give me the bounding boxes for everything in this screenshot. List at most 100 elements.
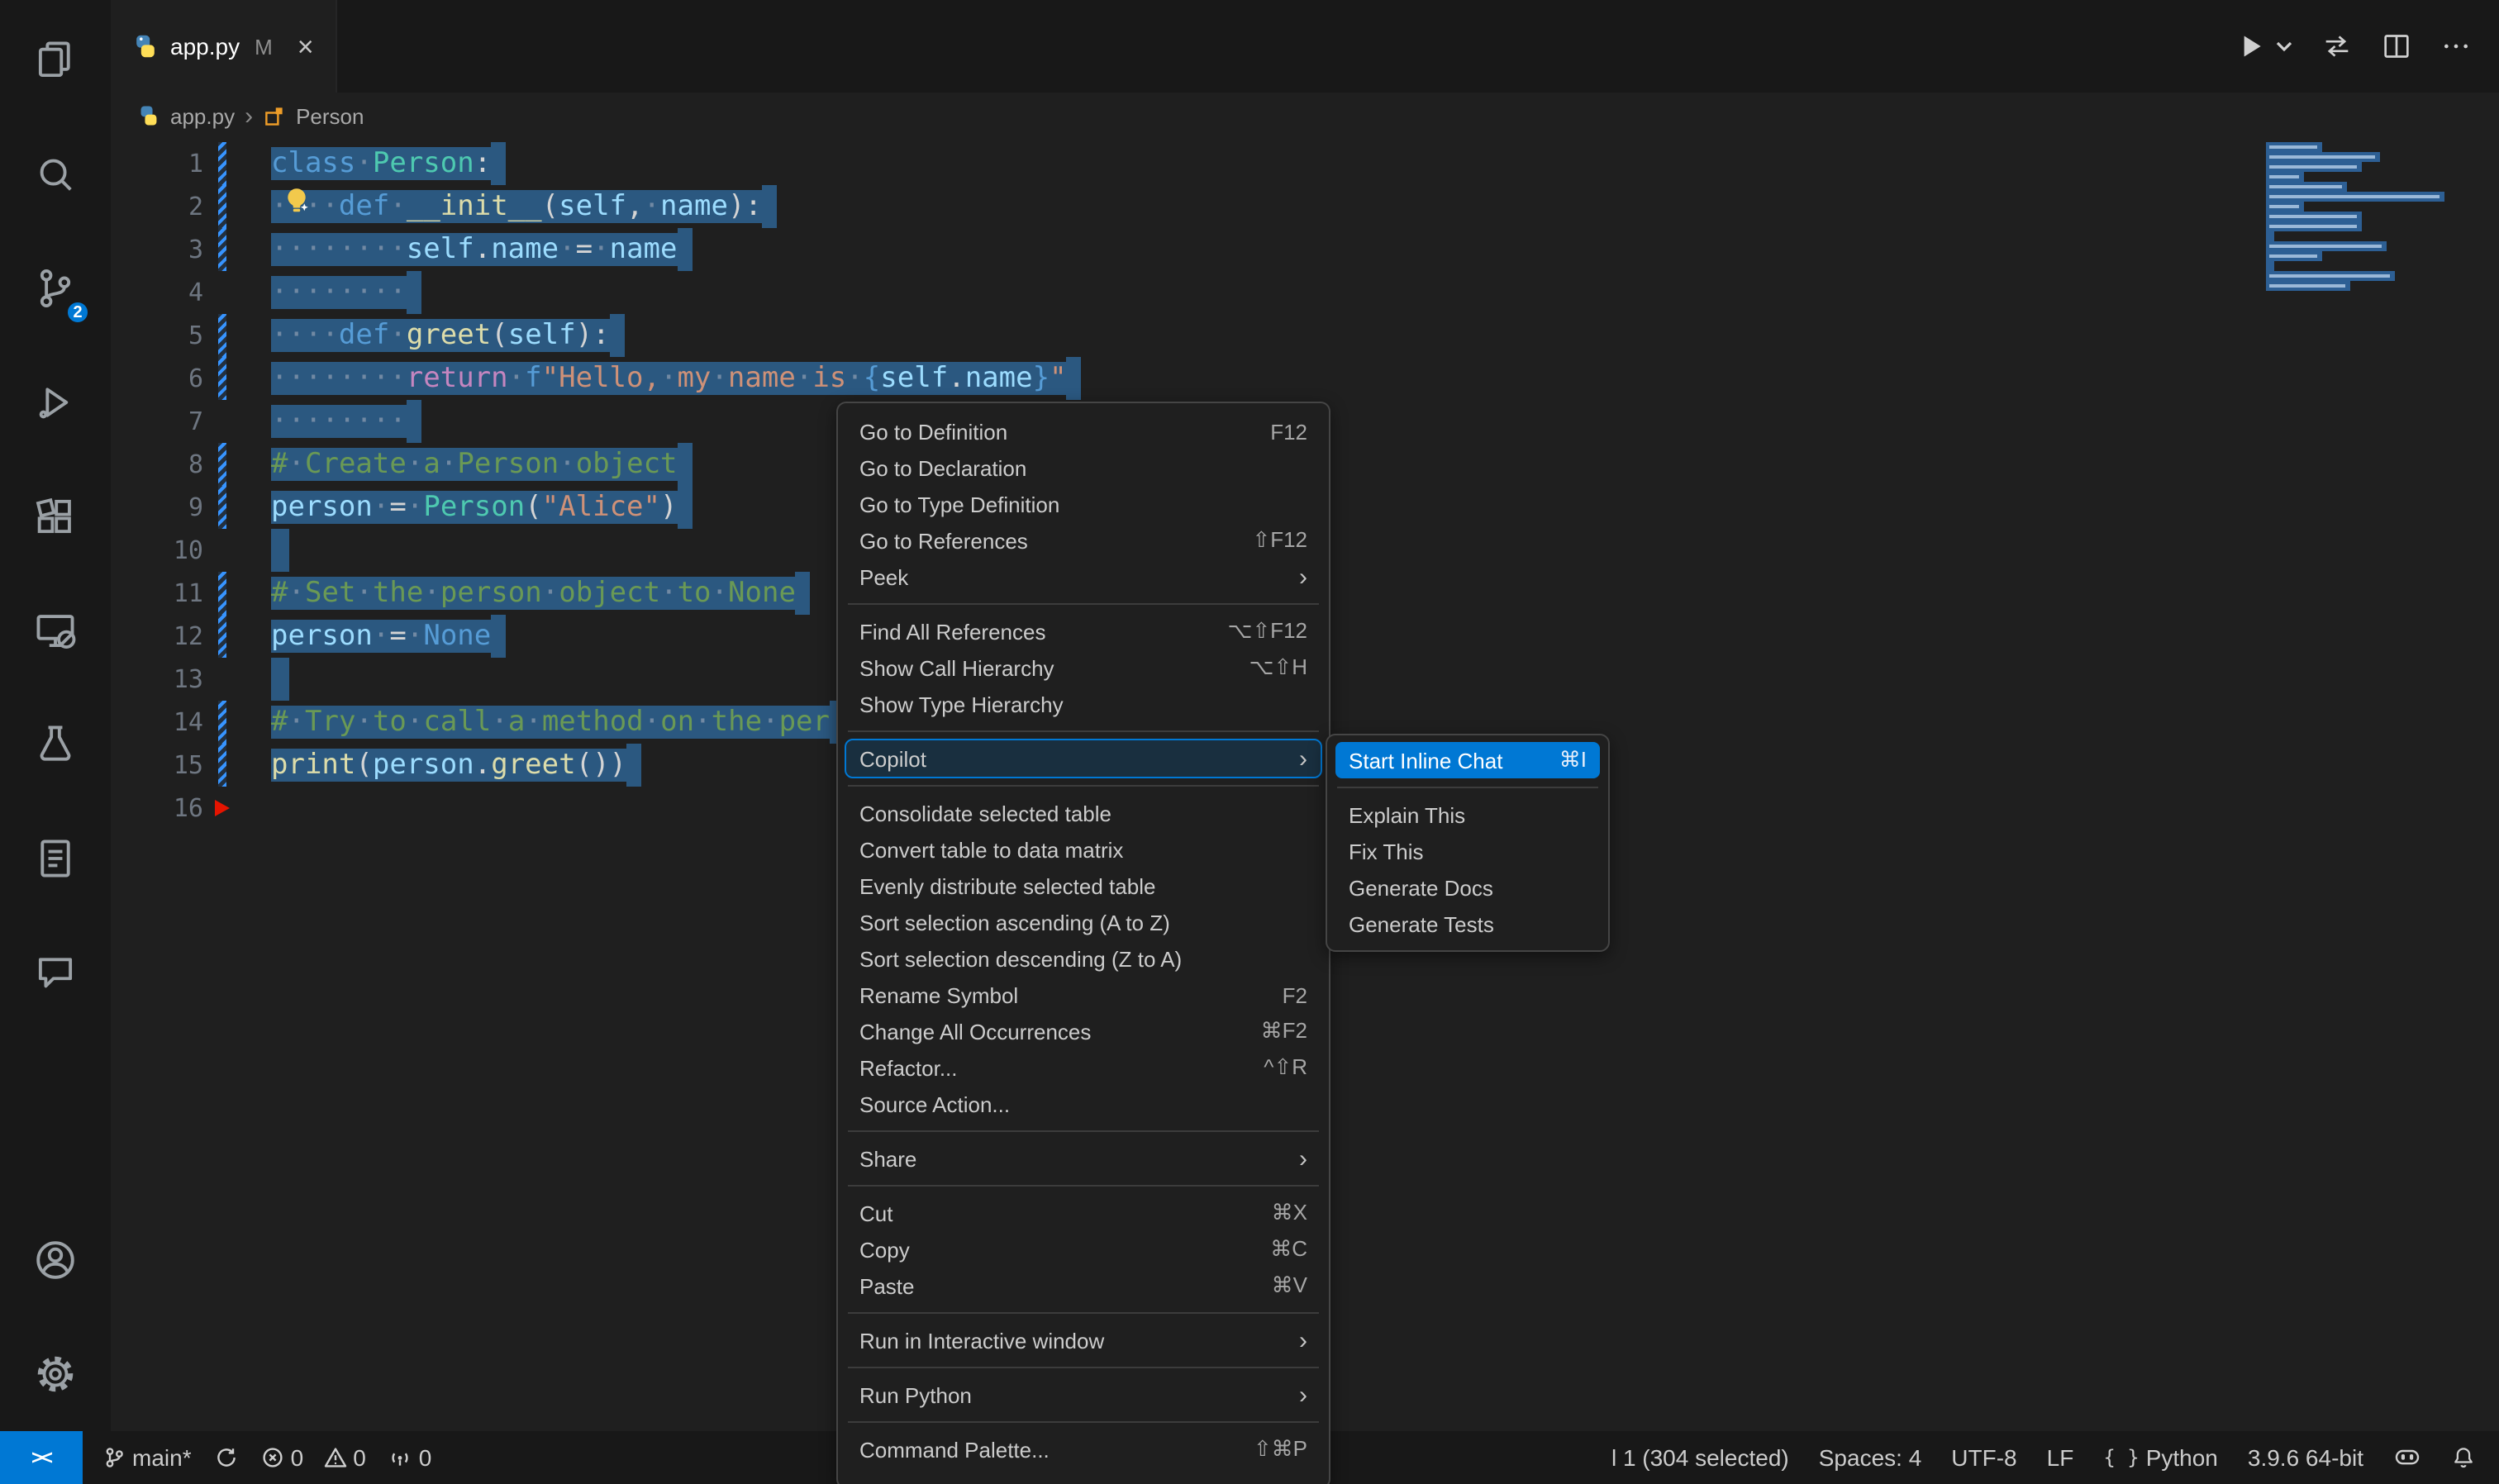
- open-changes-icon[interactable]: [2320, 30, 2354, 63]
- menu-item-copy[interactable]: Copy⌘C: [846, 1231, 1321, 1268]
- more-actions-icon[interactable]: [2440, 30, 2473, 63]
- minimap-line: [2266, 251, 2464, 261]
- code-line[interactable]: 3········self.name·=·name: [111, 228, 2499, 271]
- eol-status[interactable]: LF: [2047, 1444, 2074, 1471]
- split-editor-icon[interactable]: [2380, 30, 2413, 63]
- minimap-line: [2266, 182, 2464, 192]
- gutter: [203, 228, 271, 271]
- sidebar-item-search[interactable]: [0, 117, 111, 231]
- indentation-status[interactable]: Spaces: 4: [1819, 1444, 1922, 1471]
- run-python-file-button[interactable]: [2235, 30, 2268, 63]
- activity-bar: 2: [0, 0, 111, 1431]
- notifications-status[interactable]: [2451, 1445, 2476, 1470]
- run-dropdown-chevron-icon[interactable]: [2274, 36, 2294, 56]
- branch-status[interactable]: main*: [102, 1444, 192, 1471]
- source-control-badge: 2: [64, 299, 91, 326]
- menu-item-go-to-definition[interactable]: Go to DefinitionF12: [846, 413, 1321, 449]
- menu-item-start-inline-chat[interactable]: Start Inline Chat⌘I: [1335, 742, 1600, 778]
- menu-item-generate-tests[interactable]: Generate Tests: [1335, 906, 1600, 942]
- minimap-line: [2266, 172, 2464, 182]
- minimap-line: [2266, 221, 2464, 231]
- sidebar-item-testing[interactable]: [0, 687, 111, 801]
- vscode-window: 2: [0, 0, 2499, 1484]
- git-modified-bar: [218, 486, 226, 529]
- line-number: 15: [111, 744, 203, 787]
- menu-item-show-call-hierarchy[interactable]: Show Call Hierarchy⌥⇧H: [846, 649, 1321, 686]
- menu-item-go-to-references[interactable]: Go to References⇧F12: [846, 522, 1321, 559]
- menu-item-sort-selection-descending-z-to-a[interactable]: Sort selection descending (Z to A): [846, 940, 1321, 977]
- menu-item-find-all-references[interactable]: Find All References⌥⇧F12: [846, 613, 1321, 649]
- sidebar-item-comments[interactable]: [0, 916, 111, 1030]
- menu-item-generate-docs[interactable]: Generate Docs: [1335, 869, 1600, 906]
- git-modified-bar: [218, 572, 226, 615]
- menu-shortcut: ⇧⌘P: [1254, 1436, 1307, 1463]
- code-text: class·Person:: [271, 142, 506, 185]
- tab-label: app.py: [170, 33, 240, 59]
- line-number: 16: [111, 787, 203, 830]
- menu-item-fix-this[interactable]: Fix This: [1335, 833, 1600, 869]
- menu-item-run-python[interactable]: Run Python›: [846, 1377, 1321, 1413]
- sync-changes-button[interactable]: [215, 1446, 238, 1469]
- menu-item-go-to-type-definition[interactable]: Go to Type Definition: [846, 486, 1321, 522]
- encoding-status[interactable]: UTF-8: [1951, 1444, 2016, 1471]
- menu-item-consolidate-selected-table[interactable]: Consolidate selected table: [846, 795, 1321, 831]
- menu-item-copilot[interactable]: Copilot›: [846, 740, 1321, 777]
- menu-item-command-palette[interactable]: Command Palette...⇧⌘P: [846, 1431, 1321, 1467]
- code-text: #·Set·the·person·object·to·None: [271, 572, 811, 615]
- report-icon: [31, 835, 79, 882]
- minimap-line: [2266, 142, 2464, 152]
- bell-icon: [2451, 1445, 2476, 1470]
- sidebar-item-extensions[interactable]: [0, 459, 111, 573]
- menu-item-rename-symbol[interactable]: Rename SymbolF2: [846, 977, 1321, 1013]
- copilot-lightbulb-icon[interactable]: [281, 185, 312, 216]
- sidebar-item-settings[interactable]: [0, 1317, 111, 1431]
- tab-close-icon[interactable]: ×: [298, 32, 314, 60]
- selection-status[interactable]: l 1 (304 selected): [1611, 1444, 1789, 1471]
- sidebar-item-explorer[interactable]: [0, 3, 111, 117]
- menu-item-refactor[interactable]: Refactor...^⇧R: [846, 1049, 1321, 1086]
- git-modified-bar: [218, 357, 226, 400]
- code-line[interactable]: 5····def·greet(self):: [111, 314, 2499, 357]
- sidebar-item-source-control[interactable]: 2: [0, 231, 111, 345]
- tab-app-py[interactable]: app.py M ×: [111, 0, 337, 93]
- sidebar-item-remote-explorer[interactable]: [0, 573, 111, 687]
- sidebar-item-account[interactable]: [0, 1203, 111, 1317]
- menu-item-source-action[interactable]: Source Action...: [846, 1086, 1321, 1122]
- language-status[interactable]: { } Python: [2103, 1444, 2218, 1471]
- sidebar-item-run-debug[interactable]: [0, 345, 111, 459]
- menu-item-peek[interactable]: Peek›: [846, 559, 1321, 595]
- error-count: 0: [291, 1444, 304, 1471]
- gutter: [203, 185, 271, 228]
- menu-item-cut[interactable]: Cut⌘X: [846, 1195, 1321, 1231]
- menu-item-change-all-occurrences[interactable]: Change All Occurrences⌘F2: [846, 1013, 1321, 1049]
- remote-indicator[interactable]: ><: [0, 1431, 83, 1484]
- menu-item-share[interactable]: Share›: [846, 1140, 1321, 1177]
- warning-count: 0: [353, 1444, 366, 1471]
- minimap-line: [2266, 261, 2464, 271]
- menu-item-explain-this[interactable]: Explain This: [1335, 797, 1600, 833]
- breadcrumb-symbol[interactable]: Person: [296, 103, 364, 128]
- interpreter-status[interactable]: 3.9.6 64-bit: [2248, 1444, 2363, 1471]
- git-deleted-marker-icon[interactable]: [215, 800, 230, 816]
- code-line[interactable]: 6········return·f"Hello,·my·name·is·{sel…: [111, 357, 2499, 400]
- menu-item-show-type-hierarchy[interactable]: Show Type Hierarchy: [846, 686, 1321, 722]
- menu-item-paste[interactable]: Paste⌘V: [846, 1268, 1321, 1304]
- code-line[interactable]: 1class·Person:: [111, 142, 2499, 185]
- menu-item-sort-selection-ascending-a-to-z[interactable]: Sort selection ascending (A to Z): [846, 904, 1321, 940]
- code-line[interactable]: 2····def·__init__(self,·name):: [111, 185, 2499, 228]
- remote-explorer-icon: [31, 606, 79, 654]
- menu-separator: [848, 1185, 1319, 1187]
- files-icon: [31, 36, 79, 84]
- sidebar-item-output[interactable]: [0, 801, 111, 916]
- minimap[interactable]: [2266, 142, 2464, 301]
- breadcrumb-file[interactable]: app.py: [170, 103, 235, 128]
- code-line[interactable]: 4········: [111, 271, 2499, 314]
- menu-item-go-to-declaration[interactable]: Go to Declaration: [846, 449, 1321, 486]
- menu-item-evenly-distribute-selected-table[interactable]: Evenly distribute selected table: [846, 868, 1321, 904]
- gutter: [203, 529, 271, 572]
- ports-status[interactable]: 0: [389, 1444, 432, 1471]
- copilot-status[interactable]: [2393, 1444, 2421, 1471]
- menu-item-convert-table-to-data-matrix[interactable]: Convert table to data matrix: [846, 831, 1321, 868]
- problems-status[interactable]: 0 0: [261, 1444, 366, 1471]
- menu-item-run-in-interactive-window[interactable]: Run in Interactive window›: [846, 1322, 1321, 1358]
